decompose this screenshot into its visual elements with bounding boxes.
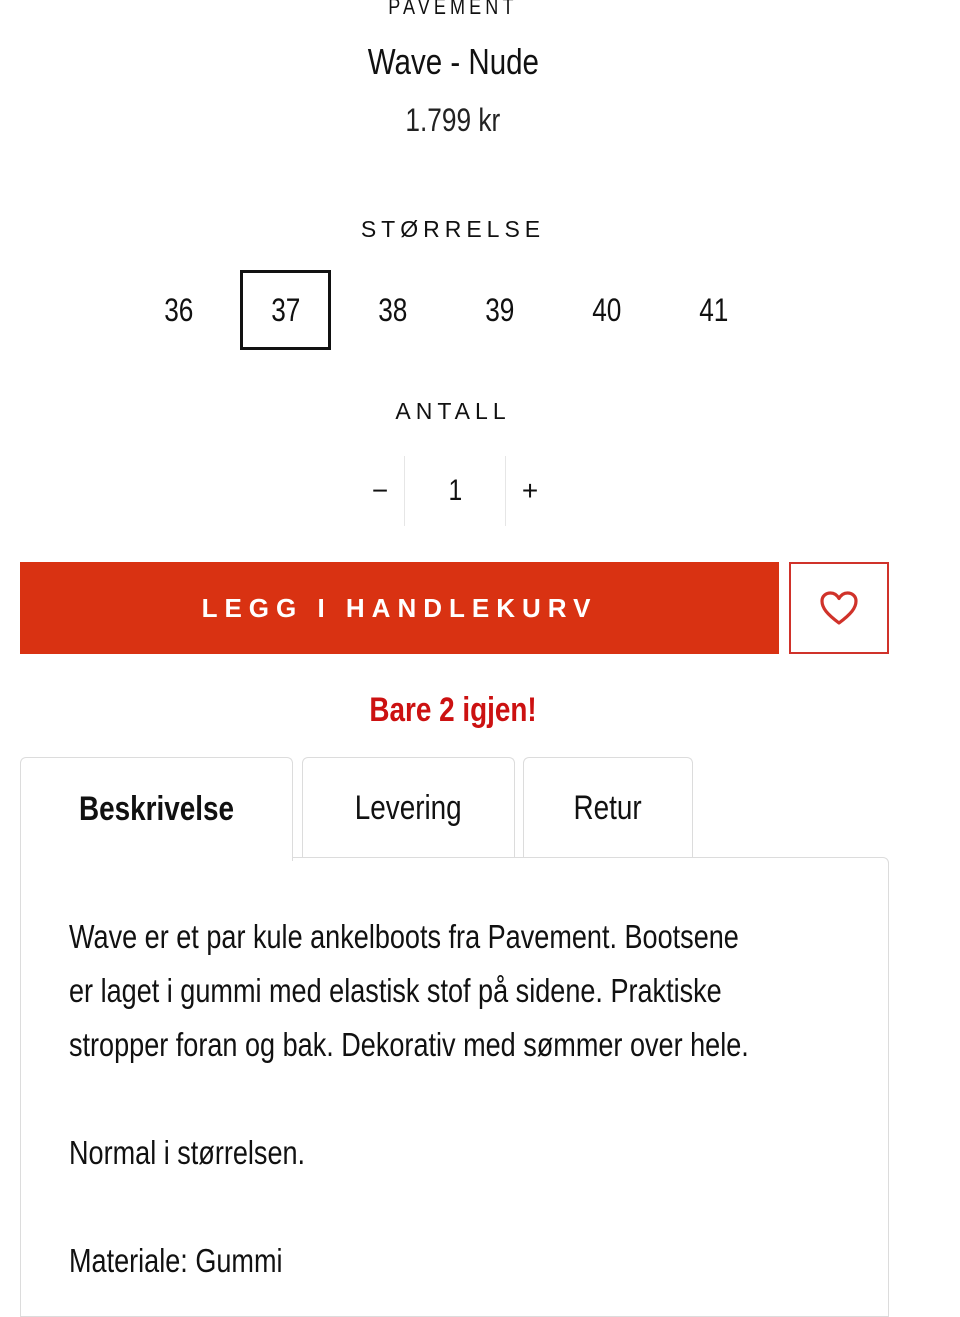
size-option-40[interactable]: 40	[553, 270, 660, 350]
size-selector: 36 37 38 39 40 41	[125, 270, 767, 350]
description-line: stropper foran og bak. Dekorativ med søm…	[69, 1026, 749, 1063]
stock-warning: Bare 2 igjen!	[369, 691, 537, 729]
quantity-input[interactable]: 1	[404, 456, 506, 526]
tab-beskrivelse[interactable]: Beskrivelse	[20, 757, 293, 861]
size-label: STØRRELSE	[360, 216, 546, 242]
size-option-41[interactable]: 41	[660, 270, 767, 350]
quantity-stepper: − 1 +	[356, 456, 554, 526]
quantity-decrease-button[interactable]: −	[356, 456, 404, 526]
product-title: Wave - Nude	[367, 41, 539, 82]
add-to-cart-button[interactable]: LEGG I HANDLEKURV	[20, 562, 779, 654]
quantity-increase-button[interactable]: +	[506, 456, 554, 526]
quantity-label: ANTALL	[395, 398, 511, 424]
wishlist-button[interactable]	[789, 562, 889, 654]
tab-levering[interactable]: Levering	[302, 757, 515, 858]
description-line: er laget i gummi med elastisk stof på si…	[69, 972, 722, 1009]
size-option-37[interactable]: 37	[240, 270, 331, 350]
size-option-38[interactable]: 38	[339, 270, 446, 350]
description-line: Wave er et par kule ankelboots fra Pavem…	[69, 918, 739, 955]
description-text: Wave er et par kule ankelboots fra Pavem…	[69, 910, 869, 1288]
heart-icon	[820, 591, 858, 625]
size-option-36[interactable]: 36	[125, 270, 232, 350]
description-panel: Wave er et par kule ankelboots fra Pavem…	[20, 857, 889, 1317]
size-option-39[interactable]: 39	[446, 270, 553, 350]
tab-retur[interactable]: Retur	[523, 757, 693, 858]
brand-name: PAVEMENT	[388, 0, 518, 19]
description-fit: Normal i størrelsen.	[69, 1134, 306, 1171]
product-price: 1.799 kr	[405, 102, 501, 138]
